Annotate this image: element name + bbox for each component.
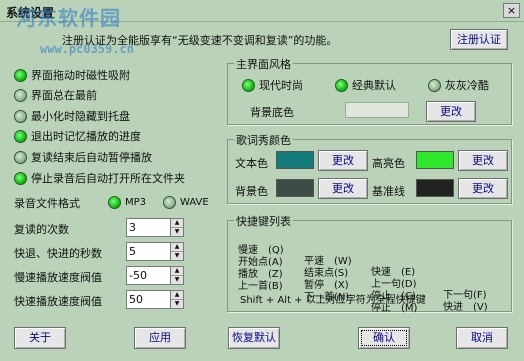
close-button[interactable]: ×	[503, 3, 520, 18]
checkbox-icon[interactable]	[14, 150, 27, 164]
radio-icon[interactable]	[163, 195, 176, 209]
apply-button[interactable]: 应用	[134, 327, 186, 349]
radio-icon[interactable]	[242, 78, 255, 92]
checkbox-icon[interactable]	[14, 109, 27, 123]
spin-up-icon[interactable]: ▲	[171, 243, 183, 251]
bg-color-field[interactable]	[345, 102, 409, 118]
register-notice: 注册认证为全能版享有“无级变速不变调和复读”的功能。	[62, 34, 338, 47]
spin-down-icon[interactable]: ▼	[171, 275, 183, 283]
spin-down-icon[interactable]: ▼	[171, 299, 183, 307]
shortcut-footer: Shift + Alt + 以上对应字符为全程快捷键	[240, 295, 426, 306]
restore-defaults-button[interactable]: 恢复默认	[228, 327, 280, 349]
option-pause-after-repeat[interactable]: 复读结束后自动暂停播放	[14, 149, 152, 165]
spin-up-icon[interactable]: ▲	[171, 219, 183, 227]
format-wave-radio[interactable]: WAVE	[163, 194, 209, 210]
ok-button[interactable]: 确认	[358, 327, 410, 349]
theme-modern-radio[interactable]: 现代时尚	[242, 77, 303, 93]
checkbox-icon[interactable]	[14, 129, 27, 143]
baseline-color-label: 基准线	[372, 185, 405, 198]
seek-seconds-label: 快退、快进的秒数	[14, 247, 102, 260]
highlight-color-change-button[interactable]: 更改	[458, 150, 508, 171]
slow-threshold-stepper[interactable]: -50 ▲ ▼	[126, 266, 184, 285]
bg-text-color-label: 背景色	[235, 185, 268, 198]
format-mp3-radio[interactable]: MP3	[108, 194, 146, 210]
seek-seconds-stepper[interactable]: 5 ▲ ▼	[126, 242, 184, 261]
baseline-color-swatch	[416, 179, 454, 197]
register-button[interactable]: 注册认证	[450, 29, 508, 50]
cancel-button[interactable]: 取消	[456, 327, 508, 349]
repeat-count-stepper[interactable]: 3 ▲ ▼	[126, 218, 184, 237]
watermark-logo: 河东软件园	[16, 6, 121, 30]
fast-threshold-label: 快速播放速度阀值	[14, 295, 102, 308]
checkbox-icon[interactable]	[14, 88, 27, 102]
checkbox-icon[interactable]	[14, 171, 27, 185]
theme-gray-radio[interactable]: 灰灰冷酷	[428, 77, 489, 93]
option-open-folder-after-record[interactable]: 停止录音后自动打开所在文件夹	[14, 170, 185, 186]
theme-bg-change-button[interactable]: 更改	[426, 101, 476, 122]
repeat-count-label: 复读的次数	[14, 223, 69, 236]
text-color-label: 文本色	[235, 157, 268, 170]
radio-icon[interactable]	[335, 78, 348, 92]
baseline-color-change-button[interactable]: 更改	[458, 178, 508, 199]
spin-up-icon[interactable]: ▲	[171, 267, 183, 275]
theme-group-title: 主界面风格	[234, 56, 293, 72]
highlight-color-swatch	[416, 151, 454, 169]
fast-threshold-stepper[interactable]: 50 ▲ ▼	[126, 290, 184, 309]
option-magnetic-snap[interactable]: 界面拖动时磁性吸附	[14, 67, 130, 83]
spin-down-icon[interactable]: ▼	[171, 227, 183, 235]
option-minimize-to-tray[interactable]: 最小化时隐藏到托盘	[14, 108, 130, 124]
bg-color-change-button[interactable]: 更改	[318, 178, 368, 199]
text-color-swatch	[276, 151, 314, 169]
radio-icon[interactable]	[428, 78, 441, 92]
spin-up-icon[interactable]: ▲	[171, 291, 183, 299]
lyrics-group-title: 歌词秀颜色	[234, 132, 293, 148]
text-color-change-button[interactable]: 更改	[318, 150, 368, 171]
bg-color-label: 背景底色	[250, 106, 294, 119]
option-always-on-top[interactable]: 界面总在最前	[14, 87, 97, 103]
about-button[interactable]: 关于	[14, 327, 66, 349]
theme-classic-radio[interactable]: 经典默认	[335, 77, 396, 93]
record-format-label: 录音文件格式	[14, 197, 80, 210]
slow-threshold-label: 慢速播放速度阀值	[14, 271, 102, 284]
title-bar: 系统设置 河东软件园 ×	[0, 0, 524, 30]
shortcuts-group-title: 快捷键列表	[234, 213, 293, 229]
option-remember-progress[interactable]: 退出时记忆播放的进度	[14, 128, 141, 144]
radio-icon[interactable]	[108, 195, 121, 209]
spin-down-icon[interactable]: ▼	[171, 251, 183, 259]
bg-color-swatch	[276, 179, 314, 197]
checkbox-icon[interactable]	[14, 68, 27, 82]
highlight-color-label: 高亮色	[372, 157, 405, 170]
